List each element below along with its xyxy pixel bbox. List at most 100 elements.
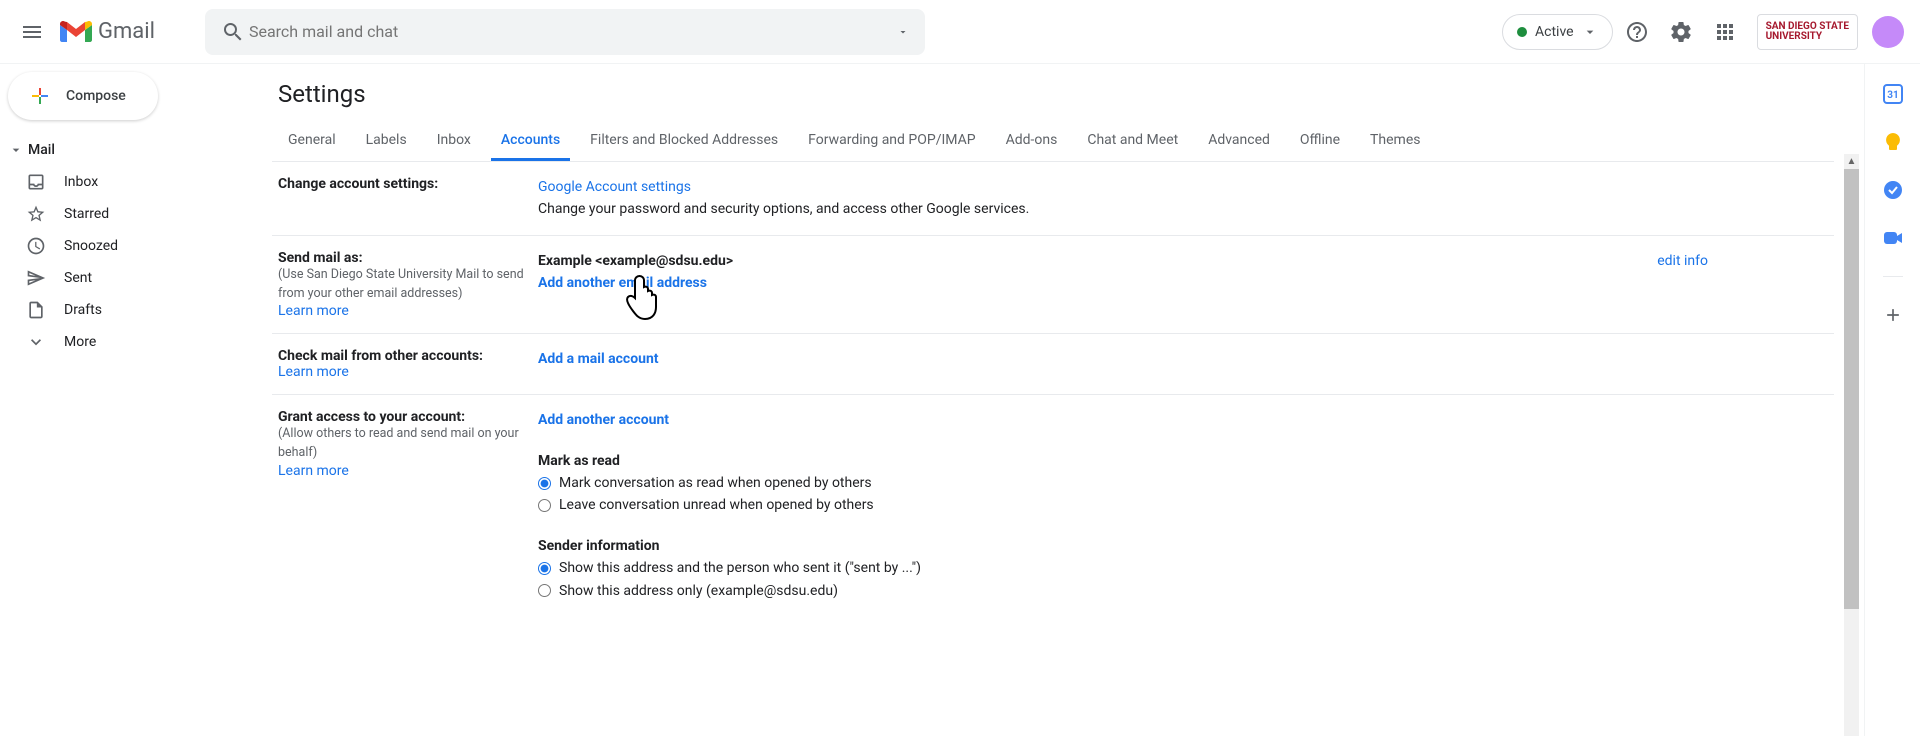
- radio-label: Show this address and the person who sen…: [559, 557, 921, 579]
- gear-icon: [1669, 20, 1693, 44]
- tab-advanced[interactable]: Advanced: [1198, 122, 1280, 161]
- search-icon: [215, 20, 239, 44]
- mail-section-label: Mail: [28, 142, 55, 158]
- search-input[interactable]: [239, 22, 891, 41]
- nav-label: Sent: [64, 270, 92, 286]
- help-icon: [1625, 20, 1649, 44]
- plus-icon: [1883, 305, 1903, 325]
- sidebar: Compose Mail Inbox Starred Snoozed Sent …: [0, 64, 256, 736]
- compose-label: Compose: [66, 88, 126, 104]
- tab-addons[interactable]: Add-ons: [996, 122, 1068, 161]
- apps-button[interactable]: [1705, 12, 1745, 52]
- tab-accounts[interactable]: Accounts: [491, 122, 570, 161]
- section-title: Grant access to your account:: [278, 409, 538, 425]
- mail-section-toggle[interactable]: Mail: [0, 134, 256, 166]
- apps-grid-icon: [1713, 20, 1737, 44]
- main-menu-button[interactable]: [8, 8, 56, 56]
- learn-more-link[interactable]: Learn more: [278, 303, 349, 319]
- scrollbar-thumb[interactable]: [1844, 169, 1859, 609]
- plus-icon: [28, 84, 52, 108]
- tab-labels[interactable]: Labels: [356, 122, 417, 161]
- show-address-person-radio[interactable]: [538, 562, 551, 575]
- chevron-down-icon: [26, 332, 46, 352]
- leave-unread-radio[interactable]: [538, 499, 551, 512]
- sidebar-item-starred[interactable]: Starred: [0, 198, 256, 230]
- learn-more-link[interactable]: Learn more: [278, 463, 349, 479]
- search-bar[interactable]: [205, 9, 925, 55]
- radio-label: Leave conversation unread when opened by…: [559, 494, 874, 516]
- nav-label: Starred: [64, 206, 109, 222]
- side-panel: 31: [1864, 64, 1920, 736]
- section-change-account: Change account settings: Google Account …: [272, 162, 1834, 236]
- sender-info-header: Sender information: [538, 535, 1828, 557]
- send-icon: [26, 268, 46, 288]
- section-title: Change account settings:: [278, 176, 538, 192]
- search-options-button[interactable]: [891, 20, 915, 44]
- inbox-icon: [26, 172, 46, 192]
- tab-themes[interactable]: Themes: [1360, 122, 1430, 161]
- account-avatar[interactable]: [1872, 16, 1904, 48]
- clock-icon: [26, 236, 46, 256]
- nav-label: Inbox: [64, 174, 98, 190]
- compose-button[interactable]: Compose: [8, 72, 158, 120]
- file-icon: [26, 300, 46, 320]
- contacts-app-button[interactable]: [1883, 228, 1903, 248]
- caret-down-icon: [897, 22, 909, 42]
- section-title: Send mail as:: [278, 250, 538, 266]
- scrollbar[interactable]: ▲: [1844, 154, 1859, 736]
- support-button[interactable]: [1617, 12, 1657, 52]
- edit-info-link[interactable]: edit info: [1657, 250, 1708, 272]
- mark-read-radio[interactable]: [538, 477, 551, 490]
- send-as-account: Example <example@sdsu.edu>: [538, 253, 733, 269]
- tab-chat[interactable]: Chat and Meet: [1077, 122, 1188, 161]
- add-mail-account-link[interactable]: Add a mail account: [538, 351, 659, 367]
- nav-label: Drafts: [64, 302, 102, 318]
- tab-forwarding[interactable]: Forwarding and POP/IMAP: [798, 122, 985, 161]
- hamburger-icon: [20, 20, 44, 44]
- sidebar-item-sent[interactable]: Sent: [0, 262, 256, 294]
- tab-general[interactable]: General: [278, 122, 346, 161]
- sidebar-item-drafts[interactable]: Drafts: [0, 294, 256, 326]
- gmail-icon: [60, 20, 92, 44]
- keep-app-button[interactable]: [1883, 132, 1903, 152]
- nav-label: More: [64, 334, 96, 350]
- sidebar-item-snoozed[interactable]: Snoozed: [0, 230, 256, 262]
- gmail-logo[interactable]: Gmail: [56, 19, 155, 44]
- calendar-icon: 31: [1883, 84, 1903, 104]
- section-sub: (Use San Diego State University Mail to …: [278, 266, 538, 304]
- gmail-text: Gmail: [98, 19, 155, 44]
- add-account-link[interactable]: Add another account: [538, 412, 669, 428]
- org-badge[interactable]: SAN DIEGO STATE UNIVERSITY: [1757, 14, 1858, 50]
- settings-button[interactable]: [1661, 12, 1701, 52]
- status-label: Active: [1535, 24, 1574, 40]
- get-addons-button[interactable]: [1883, 305, 1903, 325]
- sidebar-item-inbox[interactable]: Inbox: [0, 166, 256, 198]
- tasks-icon: [1883, 180, 1903, 200]
- page-title: Settings: [272, 80, 1834, 108]
- keep-icon: [1883, 132, 1903, 152]
- add-email-link[interactable]: Add another email address: [538, 275, 707, 291]
- mark-as-read-header: Mark as read: [538, 450, 1828, 472]
- show-address-only-radio[interactable]: [538, 584, 551, 597]
- star-icon: [26, 204, 46, 224]
- section-sub: (Allow others to read and send mail on y…: [278, 425, 538, 463]
- sidebar-item-more[interactable]: More: [0, 326, 256, 358]
- settings-content: Settings General Labels Inbox Accounts F…: [256, 64, 1864, 736]
- learn-more-link[interactable]: Learn more: [278, 364, 349, 380]
- status-dot-icon: [1517, 27, 1527, 37]
- google-account-link[interactable]: Google Account settings: [538, 179, 691, 195]
- section-check-mail: Check mail from other accounts: Learn mo…: [272, 334, 1834, 395]
- tasks-app-button[interactable]: [1883, 180, 1903, 200]
- calendar-app-button[interactable]: 31: [1883, 84, 1903, 104]
- radio-label: Mark conversation as read when opened by…: [559, 472, 872, 494]
- caret-down-icon: [1582, 24, 1598, 40]
- tab-offline[interactable]: Offline: [1290, 122, 1350, 161]
- tab-inbox[interactable]: Inbox: [427, 122, 481, 161]
- svg-text:31: 31: [1887, 90, 1898, 101]
- scroll-up-icon[interactable]: ▲: [1844, 154, 1859, 169]
- caret-down-icon: [8, 142, 24, 158]
- status-chip[interactable]: Active: [1502, 14, 1613, 50]
- radio-label: Show this address only (example@sdsu.edu…: [559, 580, 838, 602]
- video-icon: [1883, 228, 1903, 248]
- tab-filters[interactable]: Filters and Blocked Addresses: [580, 122, 788, 161]
